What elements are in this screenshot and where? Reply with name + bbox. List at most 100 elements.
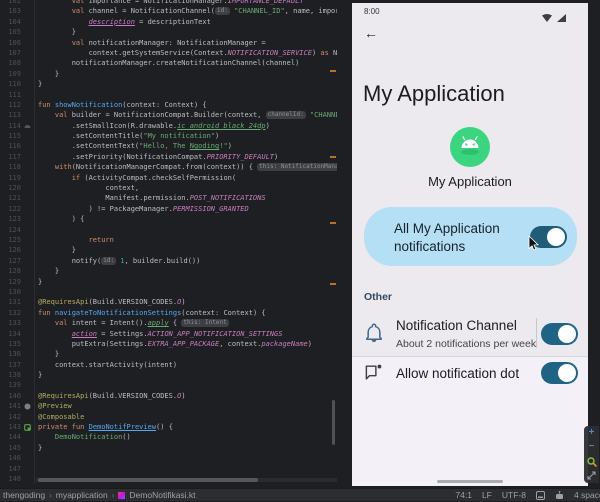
code-line[interactable]: 146 <box>0 453 337 463</box>
code-line[interactable]: 119 if (ActivityCompat.checkSelfPermissi… <box>0 173 337 183</box>
channel-row[interactable]: Allow notification dot <box>352 359 588 399</box>
line-number[interactable]: 108 <box>0 58 21 68</box>
magnifier-icon[interactable] <box>585 456 598 468</box>
line-number[interactable]: 104 <box>0 17 21 27</box>
caret-position[interactable]: 74:1 <box>455 490 472 500</box>
code-line[interactable]: 106 val notificationManager: Notificatio… <box>0 38 337 48</box>
line-number[interactable]: 130 <box>0 287 21 297</box>
code-line[interactable]: 145} <box>0 443 337 453</box>
horizontal-scrollbar-thumb[interactable] <box>38 478 258 482</box>
code-line[interactable]: 121 Manifest.permission.POST_NOTIFICATIO… <box>0 193 337 203</box>
zoom-in-button[interactable]: + <box>585 427 598 439</box>
channel-row[interactable]: Notification ChannelAbout 2 notification… <box>352 312 588 357</box>
code-line[interactable]: 109 } <box>0 69 337 79</box>
line-number[interactable]: 120 <box>0 183 21 193</box>
line-number[interactable]: 136 <box>0 349 21 359</box>
line-number[interactable]: 114 <box>0 121 21 131</box>
code-line[interactable]: 114 .setSmallIcon(R.drawable.ic_android_… <box>0 121 337 131</box>
line-number[interactable]: 147 <box>0 464 21 474</box>
line-number[interactable]: 139 <box>0 380 21 390</box>
code-line[interactable]: 104 description = descriptionText <box>0 17 337 27</box>
code-line[interactable]: 120 context, <box>0 183 337 193</box>
line-number[interactable]: 125 <box>0 235 21 245</box>
line-number[interactable]: 143 <box>0 422 21 432</box>
line-number[interactable]: 127 <box>0 256 21 266</box>
line-number[interactable]: 123 <box>0 214 21 224</box>
fit-to-window-icon[interactable] <box>585 470 598 482</box>
error-stripe-mark[interactable] <box>330 70 336 72</box>
line-number[interactable]: 137 <box>0 360 21 370</box>
code-line[interactable]: 140@RequiresApi(Build.VERSION_CODES.O) <box>0 391 337 401</box>
line-number[interactable]: 106 <box>0 38 21 48</box>
line-number[interactable]: 126 <box>0 245 21 255</box>
code-line[interactable]: 125 return <box>0 235 337 245</box>
line-separator[interactable]: LF <box>482 490 492 500</box>
error-stripe-mark[interactable] <box>330 283 336 285</box>
line-number[interactable]: 103 <box>0 6 21 16</box>
line-number[interactable]: 116 <box>0 141 21 151</box>
code-line[interactable]: 133 val intent = Intent().apply { this: … <box>0 318 337 328</box>
code-line[interactable]: 124 <box>0 225 337 235</box>
code-line[interactable]: 135 putExtra(Settings.EXTRA_APP_PACKAGE,… <box>0 339 337 349</box>
code-line[interactable]: 137 context.startActivity(intent) <box>0 360 337 370</box>
indent-setting[interactable]: 4 spaces <box>574 490 600 500</box>
line-number[interactable]: 141 <box>0 401 21 411</box>
code-line[interactable]: 122 ) != PackageManager.PERMISSION_GRANT… <box>0 204 337 214</box>
line-number[interactable]: 134 <box>0 329 21 339</box>
channel-toggle[interactable] <box>541 362 578 384</box>
code-line[interactable]: 143private fun DemoNotifPreview() { <box>0 422 337 432</box>
code-line[interactable]: 147 <box>0 464 337 474</box>
line-number[interactable]: 117 <box>0 152 21 162</box>
line-number[interactable]: 113 <box>0 110 21 120</box>
code-line[interactable]: 103 val channel = NotificationChannel(id… <box>0 6 337 16</box>
zoom-out-button[interactable]: − <box>585 441 598 453</box>
line-number[interactable]: 148 <box>0 474 21 484</box>
code-line[interactable]: 118 with(NotificationManagerCompat.from(… <box>0 162 337 172</box>
code-line[interactable]: 131@RequiresApi(Build.VERSION_CODES.O) <box>0 297 337 307</box>
code-line[interactable]: 144 DemoNotification() <box>0 432 337 442</box>
code-line[interactable]: 129} <box>0 277 337 287</box>
line-number[interactable]: 124 <box>0 225 21 235</box>
all-notifications-card[interactable]: All My Application notifications <box>364 207 577 266</box>
line-number[interactable]: 131 <box>0 297 21 307</box>
code-line[interactable]: 117 .setPriority(NotificationCompat.PRIO… <box>0 152 337 162</box>
line-number[interactable]: 133 <box>0 318 21 328</box>
code-line[interactable]: 115 .setContentTitle("My notification") <box>0 131 337 141</box>
error-stripe-mark[interactable] <box>330 156 336 158</box>
code-line[interactable]: 130 <box>0 287 337 297</box>
breadcrumb-module[interactable]: thengoding <box>3 490 45 500</box>
code-line[interactable]: 111 <box>0 90 337 100</box>
code-line[interactable]: 108 notificationManager.createNotificati… <box>0 58 337 68</box>
code-line[interactable]: 141@Preview <box>0 401 337 411</box>
line-number[interactable]: 110 <box>0 79 21 89</box>
code-line[interactable]: 126 } <box>0 245 337 255</box>
line-number[interactable]: 115 <box>0 131 21 141</box>
horizontal-scrollbar-track[interactable] <box>36 478 337 482</box>
code-line[interactable]: 134 action = Settings.ACTION_APP_NOTIFIC… <box>0 329 337 339</box>
line-number[interactable]: 107 <box>0 48 21 58</box>
line-number[interactable]: 132 <box>0 308 21 318</box>
code-line[interactable]: 123 ) { <box>0 214 337 224</box>
line-number[interactable]: 122 <box>0 204 21 214</box>
line-number[interactable]: 135 <box>0 339 21 349</box>
code-line[interactable]: 139 <box>0 380 337 390</box>
breadcrumb-file[interactable]: DemoNotifikasi.kt <box>129 490 195 500</box>
line-number[interactable]: 109 <box>0 69 21 79</box>
line-number[interactable]: 105 <box>0 27 21 37</box>
line-number[interactable]: 118 <box>0 162 21 172</box>
line-number[interactable]: 119 <box>0 173 21 183</box>
vertical-scrollbar[interactable] <box>332 400 335 445</box>
breadcrumb-package[interactable]: myapplication <box>56 490 108 500</box>
line-number[interactable]: 121 <box>0 193 21 203</box>
line-number[interactable]: 145 <box>0 443 21 453</box>
line-number[interactable]: 111 <box>0 90 21 100</box>
code-line[interactable]: 105 } <box>0 27 337 37</box>
line-number[interactable]: 142 <box>0 412 21 422</box>
code-line[interactable]: 128 } <box>0 266 337 276</box>
code-line[interactable]: 116 .setContentText("Hello, The Ngoding!… <box>0 141 337 151</box>
code-line[interactable]: 132fun navigateToNotificationSettings(co… <box>0 308 337 318</box>
code-line[interactable]: 138} <box>0 370 337 380</box>
back-button[interactable]: ← <box>361 23 381 43</box>
code-line[interactable]: 110} <box>0 79 337 89</box>
line-number[interactable]: 146 <box>0 453 21 463</box>
